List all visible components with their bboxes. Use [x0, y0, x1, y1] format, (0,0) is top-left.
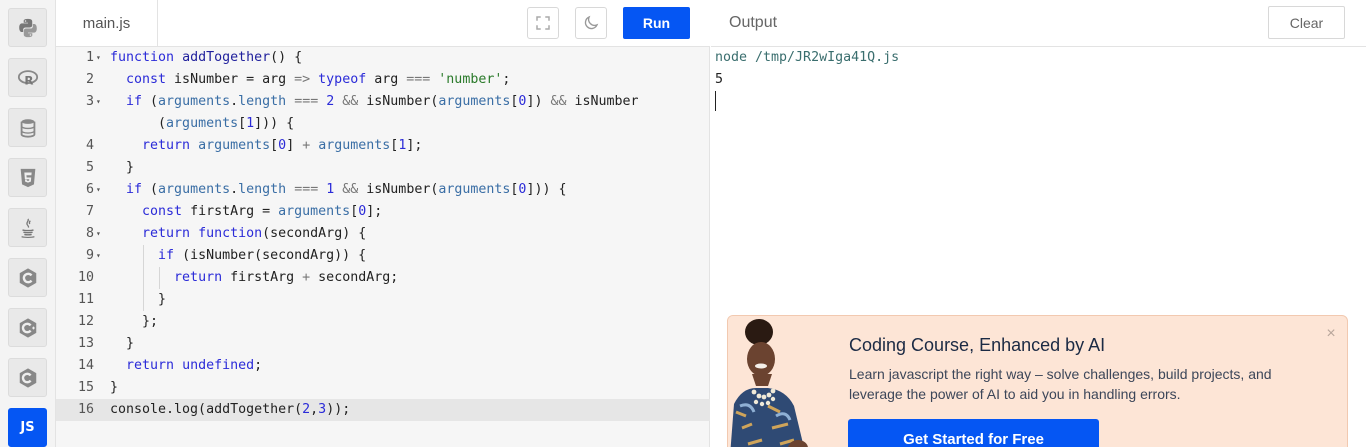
code-text: if (arguments.length === 2 && isNumber(a… — [126, 94, 639, 109]
code-text: }; — [110, 314, 159, 329]
code-line[interactable]: 10 return firstArg + secondArg; — [56, 267, 710, 289]
code-line[interactable]: 2 const isNumber = arg => typeof arg ===… — [56, 69, 710, 91]
line-number: 13 — [77, 336, 94, 351]
code-text: return arguments[0] + arguments[1]; — [142, 138, 423, 153]
moon-icon — [584, 15, 599, 30]
svg-text:R: R — [24, 73, 33, 87]
line-number: 2 — [85, 72, 94, 87]
code-line[interactable]: 7 const firstArg = arguments[0]; — [56, 201, 710, 223]
fold-toggle-icon[interactable]: ▾ — [96, 91, 106, 113]
code-line[interactable]: 6 ▾ if (arguments.length === 1 && isNumbe… — [56, 179, 710, 201]
promo-title: Coding Course, Enhanced by AI — [849, 335, 1106, 355]
code-text: (arguments[1])) { — [110, 116, 295, 131]
code-text: console.log(addTogether(2,3)); — [110, 402, 351, 417]
code-line[interactable]: 4 return arguments[0] + arguments[1]; — [56, 135, 710, 157]
get-started-button[interactable]: Get Started for Free — [848, 419, 1099, 447]
html5-icon — [20, 168, 35, 187]
line-number: 9 — [85, 248, 94, 263]
code-line[interactable]: 12 }; — [56, 311, 710, 333]
code-line[interactable]: 15} — [56, 377, 710, 399]
csharp-language-button[interactable] — [8, 358, 47, 397]
promo-photo — [728, 316, 828, 447]
line-number: 12 — [77, 314, 94, 329]
promo-card: Coding Course, Enhanced by AI Learn java… — [727, 315, 1348, 447]
csharp-icon — [19, 367, 36, 388]
cpp-language-button[interactable] — [8, 308, 47, 347]
editor-header: main.js Run — [56, 0, 710, 47]
code-text: const firstArg = arguments[0]; — [142, 204, 383, 219]
sql-language-button[interactable] — [8, 108, 47, 147]
js-icon: JS — [20, 420, 35, 435]
r-icon: R — [17, 69, 38, 87]
close-icon[interactable]: × — [1323, 326, 1339, 342]
indent-guide — [159, 267, 160, 289]
file-tab[interactable]: main.js — [56, 0, 158, 47]
line-number: 5 — [85, 160, 94, 175]
expand-icon — [536, 16, 550, 30]
code-text: } — [110, 380, 119, 395]
clear-button[interactable]: Clear — [1268, 6, 1345, 39]
line-number: 15 — [77, 380, 94, 395]
line-number: 6 — [85, 182, 94, 197]
fold-toggle-icon[interactable]: ▾ — [96, 179, 106, 201]
python-icon — [18, 18, 37, 37]
language-sidebar: R JS — [0, 0, 56, 447]
text-cursor — [715, 91, 716, 111]
c-language-button[interactable] — [8, 258, 47, 297]
code-text: if (isNumber(secondArg)) { — [158, 248, 367, 263]
cpp-icon — [19, 317, 36, 338]
code-line[interactable]: 11 } — [56, 289, 710, 311]
r-language-button[interactable]: R — [8, 58, 47, 97]
fullscreen-button[interactable] — [527, 7, 559, 39]
output-title: Output — [729, 14, 778, 31]
code-line[interactable]: 8 ▾ return function(secondArg) { — [56, 223, 710, 245]
line-number: 3 — [85, 94, 94, 109]
code-text: return function(secondArg) { — [142, 226, 367, 241]
line-number: 10 — [77, 270, 94, 285]
code-line[interactable]: 13 } — [56, 333, 710, 355]
database-icon — [20, 118, 35, 138]
html-language-button[interactable] — [8, 158, 47, 197]
code-text: function addTogether() { — [110, 50, 303, 65]
js-language-button[interactable]: JS — [8, 408, 47, 447]
line-number: 4 — [85, 138, 94, 153]
line-number: 16 — [77, 402, 94, 417]
code-line[interactable]: 14 return undefined; — [56, 355, 710, 377]
code-line[interactable]: 9 ▾ if (isNumber(secondArg)) { — [56, 245, 710, 267]
code-editor[interactable]: 1 ▾ function addTogether() {2 const isNumb… — [56, 47, 710, 447]
output-header: Output Clear — [711, 0, 1366, 47]
output-line: node /tmp/JR2wIga41Q.js — [715, 50, 900, 65]
java-language-button[interactable] — [8, 208, 47, 247]
run-button[interactable]: Run — [623, 7, 690, 39]
fold-toggle-icon[interactable]: ▾ — [96, 245, 106, 267]
fold-toggle-icon[interactable]: ▾ — [96, 47, 106, 69]
line-number: 14 — [77, 358, 94, 373]
code-line[interactable]: 16 console.log(addTogether(2,3)); — [56, 399, 710, 421]
code-text: return firstArg + secondArg; — [174, 270, 399, 285]
java-icon — [20, 217, 35, 238]
fold-toggle-icon[interactable]: ▾ — [96, 223, 106, 245]
output-line: 5 — [715, 72, 724, 87]
code-text: if (arguments.length === 1 && isNumber(a… — [126, 182, 567, 197]
code-line[interactable]: 3 ▾ if (arguments.length === 2 && isNumbe… — [56, 91, 710, 113]
line-number: 7 — [85, 204, 94, 219]
code-text: return undefined; — [126, 358, 263, 373]
line-number: 8 — [85, 226, 94, 241]
code-line[interactable]: (arguments[1])) { — [56, 113, 710, 135]
python-language-button[interactable] — [8, 8, 47, 47]
promo-text: Learn javascript the right way – solve c… — [849, 366, 1272, 402]
code-text: } — [110, 160, 135, 175]
code-text: const isNumber = arg => typeof arg === '… — [126, 72, 511, 87]
code-text: } — [110, 336, 135, 351]
theme-toggle-button[interactable] — [575, 7, 607, 39]
indent-guide — [143, 245, 144, 311]
code-line[interactable]: 1 ▾ function addTogether() { — [56, 47, 710, 69]
c-icon — [19, 267, 36, 288]
code-line[interactable]: 5 } — [56, 157, 710, 179]
line-number: 1 — [85, 50, 94, 65]
line-number: 11 — [77, 292, 94, 307]
code-text: } — [110, 292, 167, 307]
